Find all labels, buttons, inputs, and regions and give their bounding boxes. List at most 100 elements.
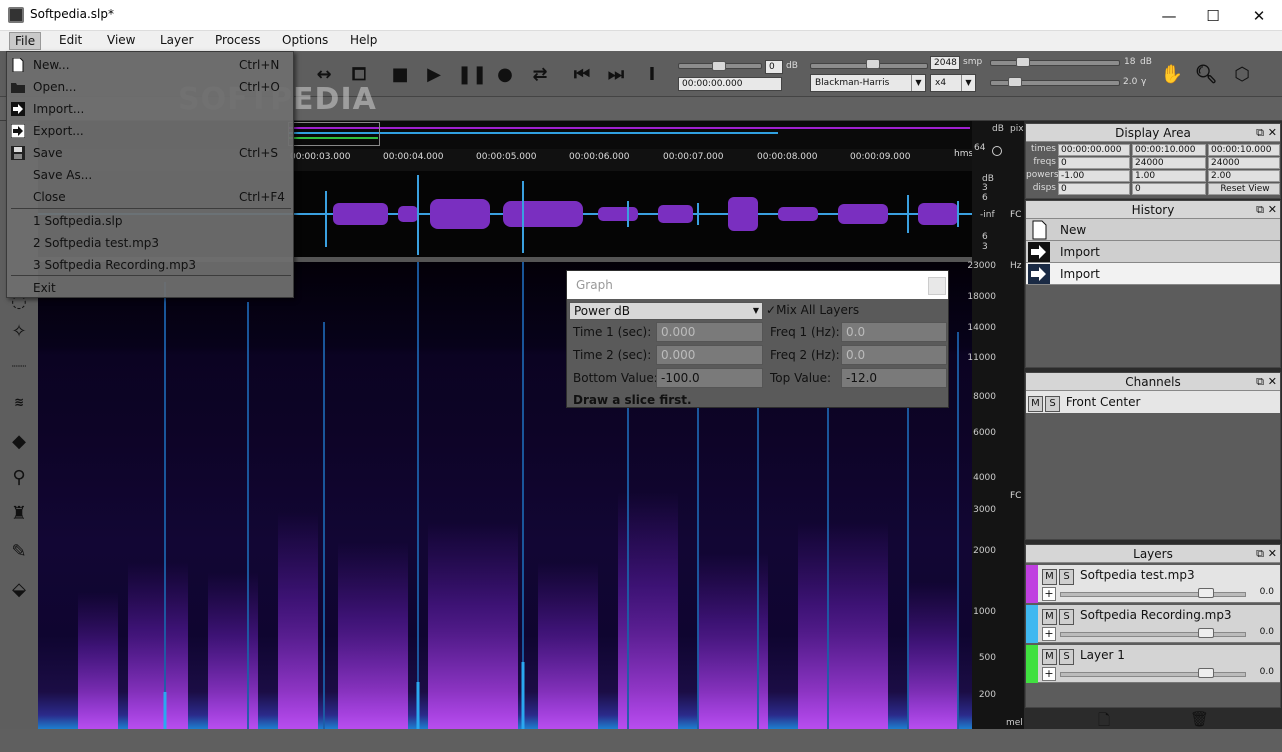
float-icon[interactable]: ⧉ xyxy=(1256,201,1264,219)
history-item[interactable]: Import xyxy=(1026,241,1280,263)
menu-layer[interactable]: Layer xyxy=(160,33,193,47)
record-icon[interactable]: ● xyxy=(493,63,517,87)
layer-add-button[interactable]: + xyxy=(1042,667,1056,681)
layer-volume-slider[interactable] xyxy=(1060,592,1246,597)
display-cell[interactable]: 1.00 xyxy=(1132,170,1206,182)
layer-row[interactable]: MS Softpedia test.mp3 + 0.0 xyxy=(1026,565,1280,603)
solo-button[interactable]: S xyxy=(1045,396,1060,412)
layer-add-button[interactable]: + xyxy=(1042,627,1056,641)
solo-button[interactable]: S xyxy=(1059,569,1074,585)
magnifier-icon[interactable]: 🔍︎ xyxy=(1194,63,1218,87)
display-cell[interactable]: -1.00 xyxy=(1058,170,1130,182)
minimize-button[interactable]: — xyxy=(1146,0,1192,31)
paint-bucket-icon[interactable]: ⬙ xyxy=(6,577,32,603)
magic-wand-icon[interactable]: ✧ xyxy=(6,319,32,345)
fft-size-value[interactable]: 2048 xyxy=(930,56,960,70)
file-menu-recent-2[interactable]: 2 Softpedia test.mp3 xyxy=(7,232,293,254)
eraser-icon[interactable]: ◆ xyxy=(6,429,32,455)
range-slider-knob[interactable] xyxy=(1016,57,1030,67)
file-menu-open[interactable]: Open... Ctrl+O xyxy=(7,76,293,98)
freq2-field[interactable]: 0.0 xyxy=(841,345,947,365)
file-menu-exit[interactable]: Exit xyxy=(7,277,293,299)
oversample-select[interactable]: x4 ▼ xyxy=(930,74,976,92)
top-value-field[interactable]: -12.0 xyxy=(841,368,947,388)
line-select-icon[interactable]: ┈┈ xyxy=(6,353,32,379)
window-function-select[interactable]: Blackman-Harris ▼ xyxy=(810,74,926,92)
display-cell[interactable]: 00:00:10.000 xyxy=(1132,144,1206,156)
menu-view[interactable]: View xyxy=(107,33,135,47)
file-menu-close[interactable]: Close Ctrl+F4 xyxy=(7,186,293,208)
time2-field[interactable]: 0.000 xyxy=(656,345,763,365)
brush-icon[interactable]: ✎ xyxy=(6,539,32,565)
overview-viewport[interactable] xyxy=(288,122,380,146)
mute-button[interactable]: M xyxy=(1042,569,1057,585)
gamma-slider-knob[interactable] xyxy=(1008,77,1022,87)
channel-row[interactable]: MS Front Center xyxy=(1026,391,1280,413)
close-icon[interactable]: ✕ xyxy=(1268,545,1277,563)
file-menu-save-as[interactable]: Save As... xyxy=(7,164,293,186)
mix-all-checkbox[interactable]: ✓Mix All Layers xyxy=(766,303,859,317)
history-item[interactable]: Import xyxy=(1026,263,1280,285)
layer-volume-slider[interactable] xyxy=(1060,672,1246,677)
mute-button[interactable]: M xyxy=(1028,396,1043,412)
menu-file[interactable]: File xyxy=(9,32,42,50)
play-icon[interactable]: ▶ xyxy=(422,63,446,87)
file-menu-new[interactable]: New... Ctrl+N xyxy=(7,54,293,76)
menu-options[interactable]: Options xyxy=(282,33,328,47)
display-cell[interactable]: 00:00:10.000 xyxy=(1208,144,1280,156)
range-slider[interactable] xyxy=(990,60,1120,66)
close-icon[interactable]: ✕ xyxy=(1268,124,1277,142)
menu-edit[interactable]: Edit xyxy=(59,33,82,47)
display-cell[interactable]: 24000 xyxy=(1132,157,1206,169)
layer-row[interactable]: MS Softpedia Recording.mp3 + 0.0 xyxy=(1026,605,1280,643)
float-icon[interactable]: ⧉ xyxy=(1256,545,1264,563)
trash-icon[interactable]: 🗑︎ xyxy=(1190,710,1209,728)
display-cell[interactable]: 00:00:00.000 xyxy=(1058,144,1130,156)
cursor-icon[interactable]: I xyxy=(640,63,664,87)
close-button[interactable]: ✕ xyxy=(1236,0,1282,31)
history-item[interactable]: New xyxy=(1026,219,1280,241)
close-icon[interactable]: ✕ xyxy=(1268,373,1277,391)
layer-volume-slider[interactable] xyxy=(1060,632,1246,637)
zoom-tool-icon[interactable]: ⚲ xyxy=(6,465,32,491)
mute-button[interactable]: M xyxy=(1042,649,1057,665)
stop-icon[interactable]: ■ xyxy=(388,63,412,87)
layer-volume-knob[interactable] xyxy=(1198,628,1214,638)
cube-icon[interactable]: ⬡ xyxy=(1230,63,1254,87)
display-cell[interactable]: 0 xyxy=(1058,183,1130,195)
display-cell[interactable]: 2.00 xyxy=(1208,170,1280,182)
display-cell[interactable]: 24000 xyxy=(1208,157,1280,169)
new-layer-icon[interactable]: 🗋 xyxy=(1098,710,1114,729)
skip-end-icon[interactable]: ⏭ xyxy=(604,63,628,87)
maximize-button[interactable]: ☐ xyxy=(1190,0,1236,31)
loop-icon[interactable]: ⇄ xyxy=(528,63,552,87)
file-menu-save[interactable]: Save Ctrl+S xyxy=(7,142,293,164)
gain-slider-knob[interactable] xyxy=(712,61,726,71)
file-menu-export[interactable]: Export... xyxy=(7,120,293,142)
mute-button[interactable]: M xyxy=(1042,609,1057,625)
hand-tool-icon[interactable]: ✋ xyxy=(1160,63,1184,87)
display-cell[interactable]: 0 xyxy=(1132,183,1206,195)
layer-add-button[interactable]: + xyxy=(1042,587,1056,601)
layer-row[interactable]: MS Layer 1 + 0.0 xyxy=(1026,645,1280,683)
menu-process[interactable]: Process xyxy=(215,33,261,47)
skip-start-icon[interactable]: ⏮ xyxy=(570,63,594,87)
layer-volume-knob[interactable] xyxy=(1198,588,1214,598)
graph-title-bar[interactable]: Graph xyxy=(567,271,948,299)
file-menu-recent-3[interactable]: 3 Softpedia Recording.mp3 xyxy=(7,254,293,276)
stamp-icon[interactable]: ♜ xyxy=(6,501,32,527)
pause-icon[interactable]: ❚❚ xyxy=(457,63,487,87)
menu-help[interactable]: Help xyxy=(350,33,377,47)
display-cell[interactable]: 0 xyxy=(1058,157,1130,169)
zoom-knob-icon[interactable] xyxy=(992,146,1002,156)
gain-value[interactable]: 0 xyxy=(765,60,783,74)
layer-volume-knob[interactable] xyxy=(1198,668,1214,678)
float-icon[interactable]: ⧉ xyxy=(1256,373,1264,391)
graph-close-button[interactable] xyxy=(928,277,946,295)
time-field[interactable]: 00:00:00.000 xyxy=(678,77,782,91)
fft-slider-knob[interactable] xyxy=(866,59,880,69)
solo-button[interactable]: S xyxy=(1059,609,1074,625)
reset-view-button[interactable]: Reset View xyxy=(1208,183,1280,195)
freq1-field[interactable]: 0.0 xyxy=(841,322,947,342)
solo-button[interactable]: S xyxy=(1059,649,1074,665)
